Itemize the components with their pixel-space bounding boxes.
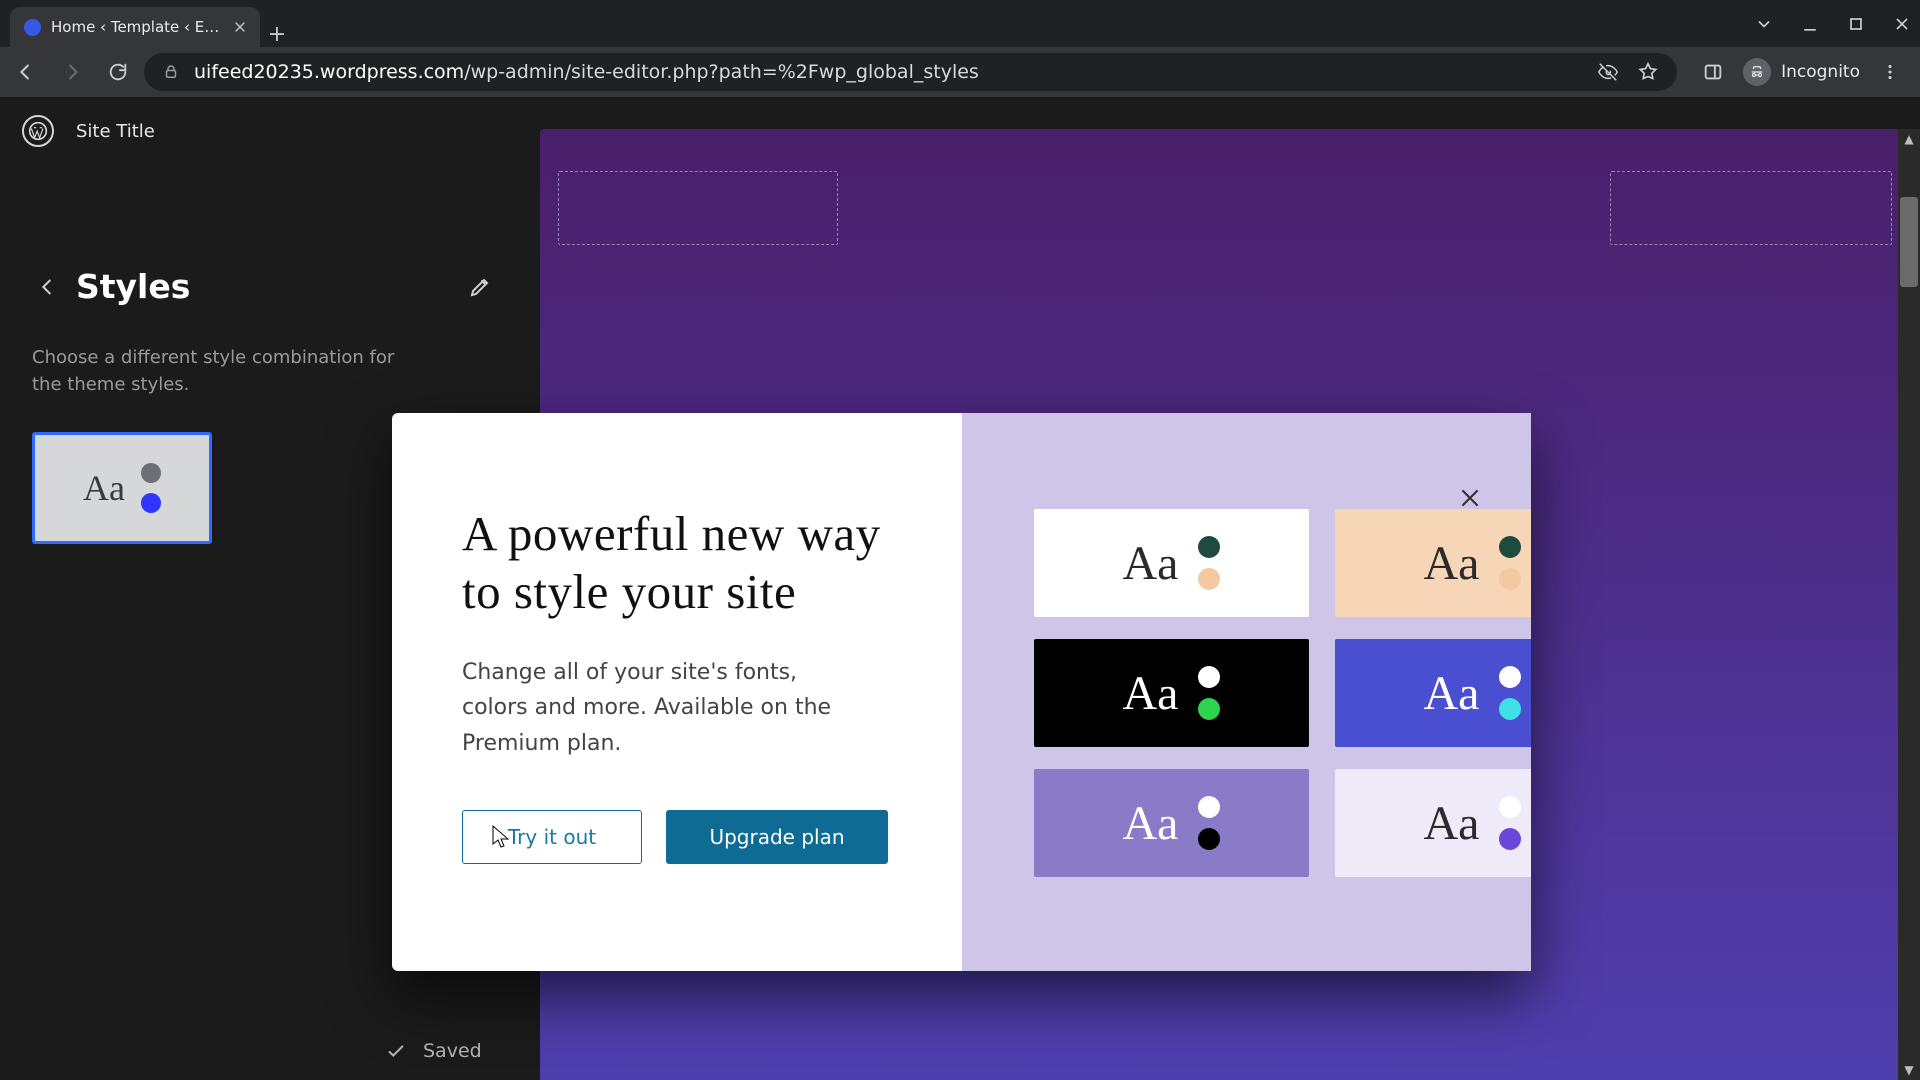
maximize-icon[interactable]: [1846, 14, 1866, 34]
style-preset-tile[interactable]: Aa: [1034, 509, 1309, 617]
profile-label: Incognito: [1781, 62, 1860, 82]
sidebar-title: Styles: [76, 267, 454, 306]
browser-toolbar: uifeed20235.wordpress.com/wp-admin/site-…: [0, 47, 1920, 97]
swatch-dot: [1499, 796, 1521, 818]
scrollbar-down-icon[interactable]: ▼: [1898, 1060, 1920, 1080]
pencil-edit-icon[interactable]: [468, 275, 492, 299]
swatch-dot: [1499, 666, 1521, 688]
tile-sample-text: Aa: [1424, 796, 1480, 851]
side-panel-icon[interactable]: [1693, 52, 1733, 92]
swatch-dot: [1499, 698, 1521, 720]
nav-forward-icon: [52, 52, 92, 92]
url-text: uifeed20235.wordpress.com/wp-admin/site-…: [194, 61, 979, 83]
lock-icon: [162, 63, 180, 81]
bookmark-star-icon[interactable]: [1637, 61, 1659, 83]
styles-upsell-dialog: A powerful new way to style your site Ch…: [392, 413, 1531, 971]
mouse-cursor-icon: [492, 825, 510, 849]
nav-placeholder-left[interactable]: [558, 171, 838, 245]
save-status-label: Saved: [423, 1040, 482, 1062]
close-tab-icon[interactable]: [232, 19, 248, 35]
back-chevron-icon[interactable]: [32, 272, 62, 302]
browser-tab[interactable]: Home ‹ Template ‹ Editor ‹ Site T: [10, 7, 260, 47]
tile-swatches: [1499, 666, 1521, 720]
swatch-dot: [1198, 666, 1220, 688]
tile-sample-text: Aa: [1123, 536, 1179, 591]
style-variation-tile[interactable]: Aa: [32, 432, 212, 544]
try-it-out-button[interactable]: Try it out: [462, 810, 642, 864]
dialog-body: Change all of your site's fonts, colors …: [462, 655, 862, 762]
nav-placeholder-right[interactable]: [1610, 171, 1892, 245]
reload-icon[interactable]: [98, 52, 138, 92]
style-preset-tile[interactable]: Aa: [1034, 639, 1309, 747]
window-close-icon[interactable]: [1892, 14, 1912, 34]
tile-swatches: [1198, 796, 1220, 850]
minimize-icon[interactable]: [1800, 14, 1820, 34]
incognito-badge[interactable]: Incognito: [1743, 58, 1860, 86]
tile-swatches: [1499, 796, 1521, 850]
new-tab-button[interactable]: +: [260, 22, 294, 47]
scrollbar-up-icon[interactable]: ▲: [1898, 129, 1920, 149]
save-status: Saved: [385, 1040, 482, 1062]
tile-sample-text: Aa: [1123, 796, 1179, 851]
variation-swatches: [141, 463, 161, 513]
style-preset-tile[interactable]: Aa: [1034, 769, 1309, 877]
style-preset-tile[interactable]: Aa: [1335, 769, 1531, 877]
swatch-dot: [1499, 536, 1521, 558]
tile-swatches: [1198, 536, 1220, 590]
address-bar[interactable]: uifeed20235.wordpress.com/wp-admin/site-…: [144, 53, 1677, 91]
swatch-dot: [141, 493, 161, 513]
tile-sample-text: Aa: [1123, 666, 1179, 721]
swatch-dot: [1198, 796, 1220, 818]
browser-titlebar: Home ‹ Template ‹ Editor ‹ Site T +: [0, 0, 1920, 47]
window-controls: [1754, 0, 1920, 47]
style-preset-tile[interactable]: Aa: [1335, 509, 1531, 617]
variation-sample-text: Aa: [83, 467, 125, 509]
upgrade-plan-label: Upgrade plan: [709, 825, 844, 849]
swatch-dot: [1198, 568, 1220, 590]
nav-back-icon[interactable]: [6, 52, 46, 92]
try-it-out-label: Try it out: [508, 825, 596, 849]
swatch-dot: [1198, 828, 1220, 850]
style-preset-tile[interactable]: Aa: [1335, 639, 1531, 747]
check-icon: [385, 1040, 407, 1062]
upgrade-plan-button[interactable]: Upgrade plan: [666, 810, 888, 864]
eye-off-icon[interactable]: [1597, 61, 1619, 83]
preview-scrollbar-thumb[interactable]: [1900, 197, 1918, 287]
swatch-dot: [1499, 568, 1521, 590]
tile-sample-text: Aa: [1424, 536, 1480, 591]
tab-title: Home ‹ Template ‹ Editor ‹ Site T: [51, 18, 222, 36]
tab-overview-icon[interactable]: [1754, 14, 1774, 34]
sidebar-description: Choose a different style combination for…: [32, 344, 422, 398]
tile-swatches: [1499, 536, 1521, 590]
dialog-title: A powerful new way to style your site: [462, 505, 892, 621]
tab-favicon: [24, 19, 41, 36]
tile-sample-text: Aa: [1424, 666, 1480, 721]
swatch-dot: [141, 463, 161, 483]
incognito-icon: [1743, 58, 1771, 86]
tile-swatches: [1198, 666, 1220, 720]
swatch-dot: [1499, 828, 1521, 850]
swatch-dot: [1198, 698, 1220, 720]
swatch-dot: [1198, 536, 1220, 558]
kebab-menu-icon[interactable]: [1870, 52, 1910, 92]
